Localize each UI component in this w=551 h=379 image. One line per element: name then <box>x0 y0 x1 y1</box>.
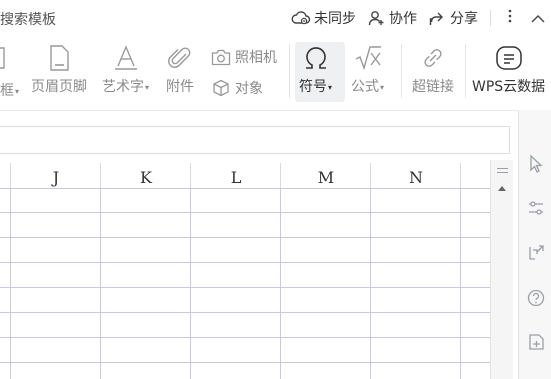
formula-button[interactable]: 公式▾ <box>351 44 384 96</box>
sync-status-button[interactable]: 未同步 <box>291 8 356 28</box>
attachment-button[interactable]: 附件 <box>166 44 194 96</box>
formula-label: 公式▾ <box>351 79 385 95</box>
attachment-label: 附件 <box>166 79 194 95</box>
hyperlink-label: 超链接 <box>412 79 454 95</box>
wps-cloud-data-button[interactable]: WPS云数据 <box>472 44 545 96</box>
scroll-up-arrow-icon[interactable] <box>498 186 506 191</box>
sync-status-label: 未同步 <box>314 11 356 27</box>
caret-down-icon: ▾ <box>380 82 385 92</box>
wordart-label: 艺术字▾ <box>102 79 150 95</box>
share-button[interactable]: 分享 <box>429 8 478 28</box>
sqrt-formula-icon <box>355 46 381 71</box>
caret-down-icon: ▾ <box>328 82 333 92</box>
wordart-button[interactable]: 艺术字▾ <box>102 44 149 96</box>
omega-icon <box>305 47 326 69</box>
divider <box>490 10 491 26</box>
column-header-k[interactable]: K <box>100 163 191 188</box>
hyperlink-button[interactable]: 超链接 <box>412 44 454 96</box>
right-side-panel <box>518 110 551 379</box>
formula-bar <box>0 110 518 161</box>
backup-icon[interactable] <box>527 332 545 352</box>
share-icon <box>429 12 443 25</box>
top-bar: 搜索模板 未同步 协作 分享 <box>0 0 551 36</box>
ribbon-divider <box>289 44 290 98</box>
caret-down-icon: ▾ <box>15 86 20 96</box>
help-icon[interactable] <box>527 288 545 308</box>
collapse-ribbon-button[interactable] <box>527 9 549 28</box>
chevron-up-icon <box>531 14 545 22</box>
cloud-sync-icon <box>291 11 311 25</box>
column-header-row: J K L M N <box>0 163 490 189</box>
column-header-o[interactable] <box>460 163 491 188</box>
more-vertical-icon <box>508 9 512 23</box>
object-label: 对象 <box>235 81 263 97</box>
header-footer-button[interactable]: 页眉页脚 <box>31 44 87 96</box>
collaborate-label: 协作 <box>389 11 417 27</box>
paperclip-icon <box>168 47 191 68</box>
camera-icon <box>211 49 231 65</box>
template-search-label[interactable]: 搜索模板 <box>0 9 56 29</box>
symbol-label: 符号▾ <box>299 79 333 95</box>
textbox-icon <box>0 47 5 69</box>
camera-label: 照相机 <box>235 50 277 66</box>
caret-down-icon: ▾ <box>145 82 150 92</box>
wordart-icon <box>114 45 137 70</box>
textbox-label: 框▾ <box>0 83 20 99</box>
object-button[interactable]: 对象 <box>211 78 263 98</box>
cell-grid[interactable] <box>0 189 490 379</box>
camera-button[interactable]: 照相机 <box>211 47 277 67</box>
share-label: 分享 <box>450 11 478 27</box>
cursor-select-icon[interactable] <box>527 154 545 174</box>
transform-icon[interactable] <box>527 243 545 263</box>
column-header-l[interactable]: L <box>190 163 281 188</box>
header-footer-label: 页眉页脚 <box>31 79 87 95</box>
top-actions: 未同步 协作 分享 <box>291 0 551 36</box>
ribbon-divider <box>465 44 466 98</box>
ribbon-divider <box>401 44 402 98</box>
textbox-button[interactable] <box>0 44 10 72</box>
symbol-button[interactable]: 符号▾ <box>299 44 332 96</box>
column-header-j[interactable]: J <box>10 163 101 188</box>
cube-icon <box>213 79 229 97</box>
wps-cloud-data-label: WPS云数据 <box>472 79 546 95</box>
page-header-icon <box>50 45 69 71</box>
formula-input[interactable] <box>0 126 510 154</box>
vertical-scrollbar[interactable] <box>490 160 513 379</box>
more-options-button[interactable] <box>499 8 521 28</box>
user-add-icon <box>368 11 384 26</box>
sliders-icon[interactable] <box>527 198 545 218</box>
column-header-m[interactable]: M <box>280 163 371 188</box>
column-header-n[interactable]: N <box>370 163 461 188</box>
cloud-data-icon <box>495 46 522 70</box>
split-handle-icon[interactable] <box>497 168 508 176</box>
collaborate-button[interactable]: 协作 <box>368 8 417 28</box>
link-icon <box>424 49 442 67</box>
